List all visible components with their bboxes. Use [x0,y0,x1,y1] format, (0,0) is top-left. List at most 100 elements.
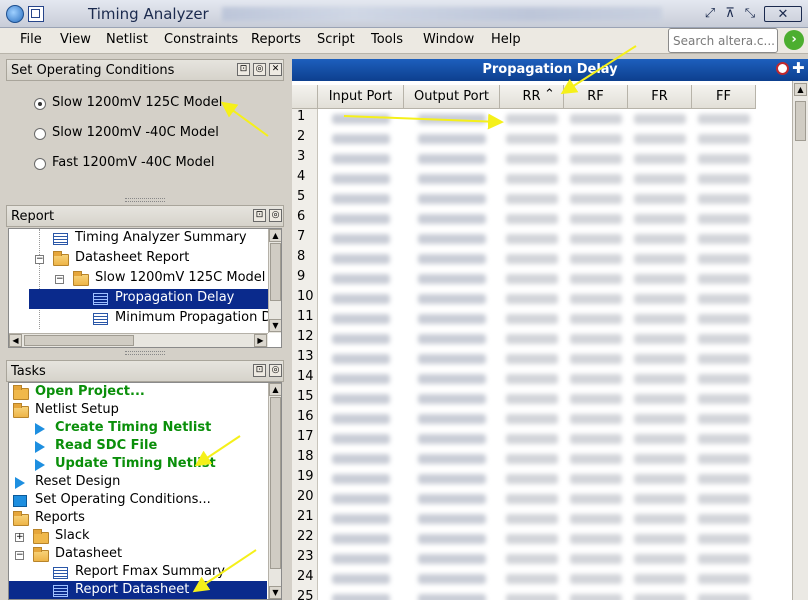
task-netlist-setup[interactable]: Netlist Setup [9,401,267,421]
scroll-up-icon[interactable]: ▲ [269,229,281,242]
menu-reports[interactable]: Reports [251,32,301,47]
task-reports[interactable]: Reports [9,509,267,529]
window-menu-icon[interactable] [28,6,44,22]
float-panel-icon[interactable]: ⊡ [253,209,266,222]
row-number[interactable]: 16 [292,409,318,429]
menu-file[interactable]: File [20,32,42,47]
close-window-icon[interactable]: ✕ [764,6,802,22]
radio-slow-m40c[interactable] [34,128,46,140]
menu-constraints[interactable]: Constraints [164,32,238,47]
restore-icon[interactable]: ⤡ [742,6,758,22]
scroll-thumb[interactable] [270,243,281,301]
float-panel-icon[interactable]: ⊡ [253,364,266,377]
row-number[interactable]: 2 [292,129,318,149]
radio-label-slow-m40c[interactable]: Slow 1200mV -40C Model [52,125,219,140]
col-ff[interactable]: FF [692,85,756,109]
col-rr[interactable]: RR ⌃ [500,85,564,109]
task-create-timing-netlist[interactable]: Create Timing Netlist [9,419,267,439]
float-panel-icon[interactable]: ⊡ [237,63,250,76]
tree-item-slow-model[interactable]: − Slow 1200mV 125C Model [9,269,269,289]
maximize-icon[interactable]: ⤢ [702,6,718,22]
col-input-port[interactable]: Input Port [318,85,404,109]
scroll-down-icon[interactable]: ▼ [269,319,281,332]
tree-item-summary[interactable]: Timing Analyzer Summary [9,229,269,249]
close-panel-icon[interactable]: ✕ [269,63,282,76]
table-vscroll[interactable]: ▲ [792,81,808,600]
task-open-project[interactable]: Open Project... [9,383,267,403]
row-number[interactable]: 8 [292,249,318,269]
report-vscroll[interactable]: ▲ ▼ [268,229,281,333]
row-number[interactable]: 9 [292,269,318,289]
scroll-up-icon[interactable]: ▲ [269,383,281,396]
scroll-thumb[interactable] [24,335,134,346]
row-number[interactable]: 3 [292,149,318,169]
scroll-up-icon[interactable]: ▲ [794,83,807,96]
row-number[interactable]: 12 [292,329,318,349]
row-number[interactable]: 14 [292,369,318,389]
report-hscroll[interactable]: ◀ ▶ [9,333,268,347]
search-input[interactable]: Search altera.c... [668,28,778,53]
menu-window[interactable]: Window [423,32,474,47]
tree-item-propagation-delay[interactable]: Propagation Delay [29,289,269,309]
row-number[interactable]: 25 [292,589,318,600]
detach-panel-icon[interactable]: ◎ [253,63,266,76]
radio-label-slow-125c[interactable]: Slow 1200mV 125C Model [52,95,222,110]
task-update-timing-netlist[interactable]: Update Timing Netlist [9,455,267,475]
row-number[interactable]: 24 [292,569,318,589]
row-number[interactable]: 10 [292,289,318,309]
task-slack[interactable]: + Slack [9,527,267,547]
task-read-sdc[interactable]: Read SDC File [9,437,267,457]
task-report-datasheet[interactable]: Report Datasheet [9,581,267,599]
menu-netlist[interactable]: Netlist [106,32,148,47]
row-number[interactable]: 1 [292,109,318,129]
row-number[interactable]: 15 [292,389,318,409]
menu-tools[interactable]: Tools [371,32,403,47]
scroll-right-icon[interactable]: ▶ [254,334,267,347]
scroll-thumb[interactable] [270,397,281,569]
task-set-operating-conditions[interactable]: Set Operating Conditions... [9,491,267,511]
row-number[interactable]: 18 [292,449,318,469]
row-number[interactable]: 6 [292,209,318,229]
row-number[interactable]: 22 [292,529,318,549]
row-number[interactable]: 11 [292,309,318,329]
pin-top-icon[interactable]: ⊼ [722,6,738,22]
row-number[interactable]: 19 [292,469,318,489]
menu-help[interactable]: Help [491,32,521,47]
row-number[interactable]: 20 [292,489,318,509]
col-output-port[interactable]: Output Port [404,85,500,109]
col-rf[interactable]: RF [564,85,628,109]
expand-icon[interactable]: + [15,533,24,542]
radio-label-fast-m40c[interactable]: Fast 1200mV -40C Model [52,155,215,170]
add-icon[interactable]: ✚ [792,59,805,77]
row-number[interactable]: 17 [292,429,318,449]
collapse-icon[interactable]: − [15,551,24,560]
menu-script[interactable]: Script [317,32,355,47]
row-number[interactable]: 21 [292,509,318,529]
tasks-vscroll[interactable]: ▲ ▼ [268,383,281,599]
scroll-down-icon[interactable]: ▼ [269,586,281,599]
task-report-fmax[interactable]: Report Fmax Summary [9,563,267,583]
col-fr[interactable]: FR [628,85,692,109]
task-datasheet[interactable]: − Datasheet [9,545,267,565]
panel-resize-grip[interactable] [125,198,165,202]
radio-fast-m40c[interactable] [34,158,46,170]
row-number[interactable]: 13 [292,349,318,369]
scroll-thumb[interactable] [795,101,806,141]
task-reset-design[interactable]: Reset Design [9,473,267,493]
search-go-icon[interactable]: › [784,30,804,50]
panel-resize-grip[interactable] [125,351,165,355]
close-panel-icon[interactable]: ◎ [269,364,282,377]
row-number[interactable]: 5 [292,189,318,209]
tree-item-min-propagation[interactable]: Minimum Propagation De [9,309,279,329]
scroll-left-icon[interactable]: ◀ [9,334,22,347]
collapse-icon[interactable]: − [35,255,44,264]
pin-icon[interactable] [776,62,789,75]
tree-item-datasheet-report[interactable]: − Datasheet Report [9,249,269,269]
row-number[interactable]: 4 [292,169,318,189]
menu-view[interactable]: View [60,32,91,47]
row-number[interactable]: 23 [292,549,318,569]
radio-slow-125c[interactable] [34,98,46,110]
row-number[interactable]: 7 [292,229,318,249]
close-panel-icon[interactable]: ◎ [269,209,282,222]
collapse-icon[interactable]: − [55,275,64,284]
